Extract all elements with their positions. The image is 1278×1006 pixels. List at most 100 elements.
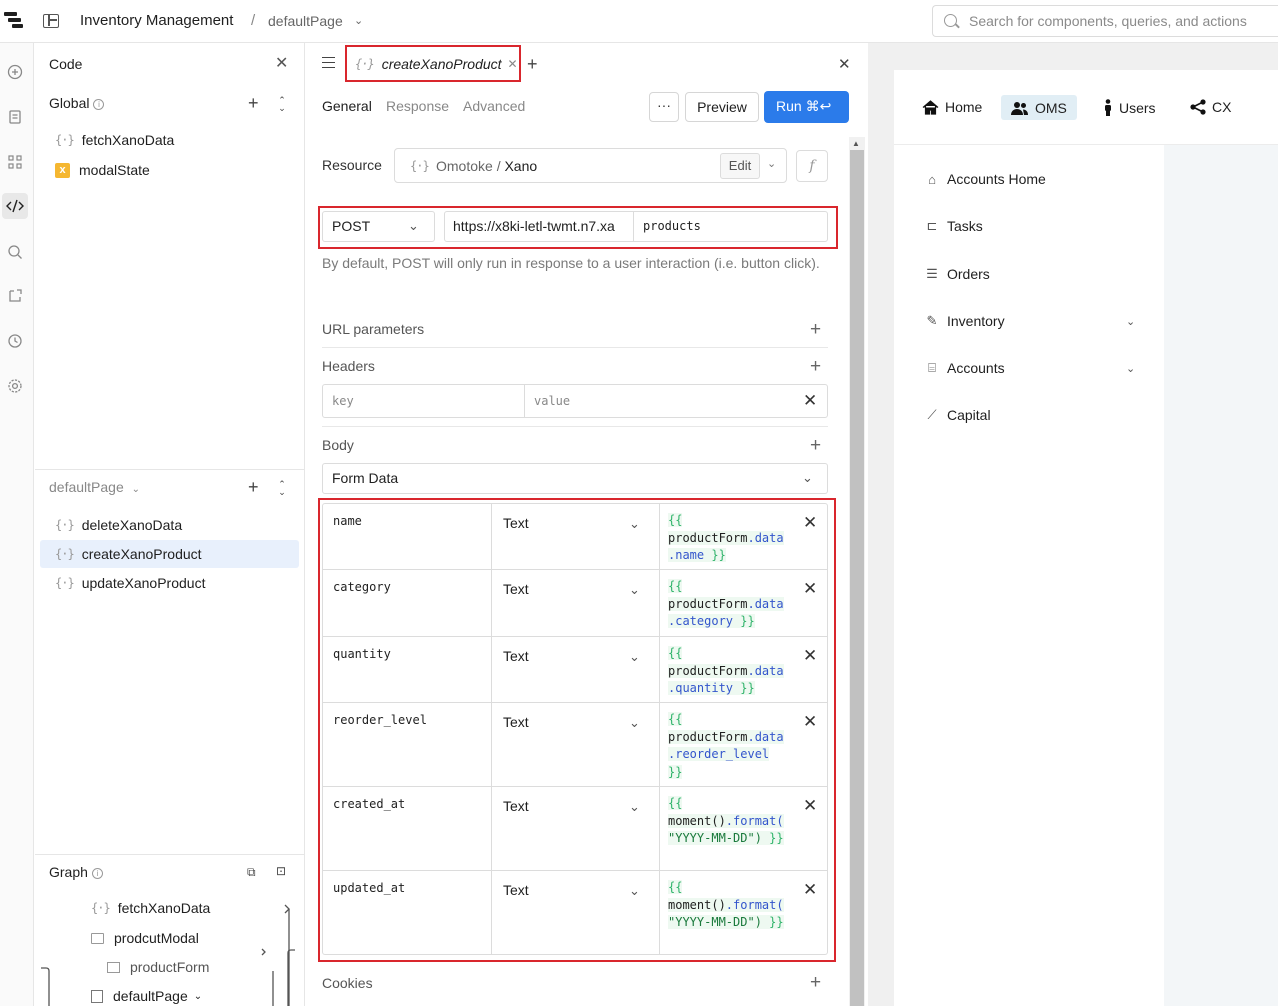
scrollbar-thumb[interactable] xyxy=(850,150,864,1006)
state-icon[interactable] xyxy=(2,283,28,309)
body-key-input[interactable]: created_at xyxy=(333,797,405,811)
body-type-select[interactable]: Text xyxy=(503,515,529,531)
tab-response[interactable]: Response xyxy=(386,98,449,114)
side-item-capital[interactable]: ⟋ Capital xyxy=(924,407,990,423)
global-item-fetchxanodata[interactable]: {·} fetchXanoData xyxy=(40,126,299,154)
home-icon xyxy=(922,99,939,115)
chevron-down-icon[interactable]: ⌄ xyxy=(629,582,640,598)
retool-logo-icon[interactable] xyxy=(4,10,24,32)
search-input[interactable] xyxy=(969,13,1269,29)
add-header-icon[interactable]: + xyxy=(810,357,821,376)
page-item-deletexanodata[interactable]: {·} deleteXanoData xyxy=(40,511,299,539)
scroll-up-icon[interactable]: ▲ xyxy=(852,139,860,148)
body-key-input[interactable]: quantity xyxy=(333,647,391,661)
body-value-editor[interactable]: {{productForm.data .category }} xyxy=(668,578,793,631)
add-cookie-icon[interactable]: + xyxy=(810,973,821,992)
remove-field-icon[interactable]: ✕ xyxy=(803,513,817,533)
body-key-input[interactable]: reorder_level xyxy=(333,713,427,727)
header-key-input[interactable]: key xyxy=(332,394,354,408)
add-tab-icon[interactable]: + xyxy=(527,54,538,75)
lock-icon[interactable]: ⊡ xyxy=(276,864,286,878)
body-value-editor[interactable]: {{productForm.data .reorder_level}} xyxy=(668,711,793,781)
copy-icon[interactable]: ⧉ xyxy=(247,865,256,880)
chevron-down-icon[interactable]: ⌄ xyxy=(629,883,640,899)
chevron-down-icon[interactable]: ⌄ xyxy=(1126,362,1135,375)
history-icon[interactable] xyxy=(2,328,28,354)
chevron-down-icon[interactable]: ⌄ xyxy=(629,799,640,815)
nav-users[interactable]: Users xyxy=(1103,99,1156,116)
chevron-down-icon[interactable]: ⌄ xyxy=(354,14,363,27)
body-type-select[interactable]: Text xyxy=(503,581,529,597)
side-item-accounts-home[interactable]: ⌂ Accounts Home xyxy=(924,171,1046,187)
nav-oms[interactable]: OMS xyxy=(1001,95,1077,120)
expand-collapse-icon[interactable]: ⌃ ⌄ xyxy=(277,480,287,497)
side-item-tasks[interactable]: ⊏ Tasks xyxy=(924,218,983,234)
chevron-down-icon[interactable]: ⌄ xyxy=(767,157,776,170)
tree-item-label: modalState xyxy=(79,162,150,178)
body-key-input[interactable]: updated_at xyxy=(333,881,405,895)
close-icon[interactable]: ✕ xyxy=(275,53,288,73)
add-url-parameter-icon[interactable]: + xyxy=(810,320,821,339)
global-item-modalstate[interactable]: x modalState xyxy=(40,156,299,184)
body-type-select[interactable]: Text xyxy=(503,714,529,730)
tab-createxanoproduct[interactable]: {·} createXanoProduct ✕ xyxy=(345,45,521,82)
add-body-field-icon[interactable]: + xyxy=(810,436,821,455)
search-box[interactable] xyxy=(932,5,1278,37)
graph-section-header[interactable]: Graph i xyxy=(49,864,103,880)
remove-field-icon[interactable]: ✕ xyxy=(803,646,817,666)
side-item-orders[interactable]: ☰ Orders xyxy=(924,266,990,282)
app-title[interactable]: Inventory Management xyxy=(80,12,233,29)
chevron-down-icon[interactable]: ⌄ xyxy=(629,649,640,665)
search-icon[interactable] xyxy=(2,239,28,265)
body-value-editor[interactable]: {{productForm.data .name }} xyxy=(668,512,793,565)
side-item-accounts[interactable]: ⌸ Accounts xyxy=(924,360,1005,376)
page-section-header[interactable]: defaultPage ⌄ xyxy=(49,479,140,495)
preview-button[interactable]: Preview xyxy=(685,92,759,122)
function-icon[interactable]: f xyxy=(796,150,828,182)
add-component-icon[interactable] xyxy=(2,59,28,85)
nav-home[interactable]: Home xyxy=(922,99,982,115)
body-type-select[interactable]: Form Data xyxy=(322,463,828,494)
body-key-input[interactable]: name xyxy=(333,514,362,528)
remove-header-icon[interactable]: ✕ xyxy=(803,391,817,411)
chevron-down-icon[interactable]: ⌄ xyxy=(629,516,640,532)
url-path-input[interactable]: products xyxy=(643,219,701,233)
body-type-select[interactable]: Text xyxy=(503,882,529,898)
header-value-input[interactable]: value xyxy=(534,394,570,408)
global-section-header[interactable]: Global i xyxy=(49,95,105,111)
expand-collapse-icon[interactable]: ⌃ ⌄ xyxy=(277,96,287,113)
page-item-createxanoproduct[interactable]: {·} createXanoProduct xyxy=(40,540,299,568)
body-key-input[interactable]: category xyxy=(333,580,391,594)
chevron-down-icon[interactable]: ⌄ xyxy=(1126,315,1135,328)
close-icon[interactable]: ✕ xyxy=(838,55,851,73)
page-item-updatexanoproduct[interactable]: {·} updateXanoProduct xyxy=(40,569,299,597)
close-tab-icon[interactable]: ✕ xyxy=(508,57,518,71)
pages-icon[interactable] xyxy=(2,104,28,130)
body-value-editor[interactable]: {{productForm.data .quantity }} xyxy=(668,645,793,698)
body-value-editor[interactable]: {{moment().format("YYYY-MM-DD") }} xyxy=(668,879,793,932)
layout-icon[interactable] xyxy=(43,14,59,28)
component-tree-icon[interactable] xyxy=(2,149,28,175)
add-page-query-icon[interactable]: + xyxy=(248,478,259,496)
remove-field-icon[interactable]: ✕ xyxy=(803,712,817,732)
add-global-icon[interactable]: + xyxy=(248,94,259,112)
code-icon[interactable] xyxy=(2,193,28,219)
edit-resource-button[interactable]: Edit xyxy=(720,153,760,179)
remove-field-icon[interactable]: ✕ xyxy=(803,796,817,816)
remove-field-icon[interactable]: ✕ xyxy=(803,880,817,900)
body-type-select[interactable]: Text xyxy=(503,798,529,814)
side-item-inventory[interactable]: ✎ Inventory xyxy=(924,313,1005,329)
settings-icon[interactable] xyxy=(2,373,28,399)
menu-icon[interactable] xyxy=(322,57,335,68)
more-options-button[interactable]: ··· xyxy=(649,92,679,122)
resource-value: Omotoke / Xano xyxy=(436,158,537,174)
chevron-down-icon[interactable]: ⌄ xyxy=(629,715,640,731)
tab-advanced[interactable]: Advanced xyxy=(463,98,525,114)
nav-cx[interactable]: CX xyxy=(1190,99,1231,115)
page-selector[interactable]: defaultPage xyxy=(268,13,343,29)
body-value-editor[interactable]: {{moment().format("YYYY-MM-DD") }} xyxy=(668,795,793,848)
remove-field-icon[interactable]: ✕ xyxy=(803,579,817,599)
body-type-select[interactable]: Text xyxy=(503,648,529,664)
tab-general[interactable]: General xyxy=(322,98,372,114)
run-button[interactable]: Run ⌘↩ xyxy=(764,91,849,123)
